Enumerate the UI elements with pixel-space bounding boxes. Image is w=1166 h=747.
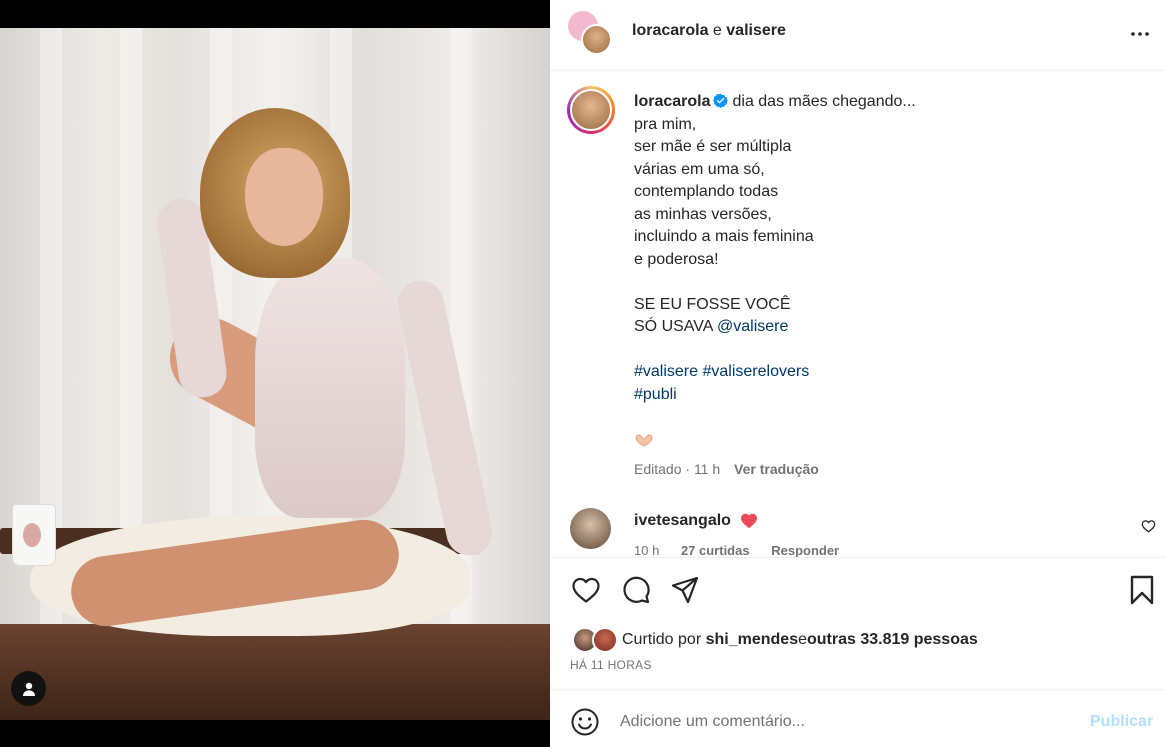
verified-badge-icon	[713, 93, 729, 108]
like-heart-icon[interactable]	[570, 574, 602, 606]
comment-username[interactable]: ivetesangalo	[634, 512, 731, 530]
comment-likes[interactable]: 27 curtidas	[681, 543, 750, 557]
share-icon[interactable]	[669, 574, 701, 606]
heart-outline-icon[interactable]	[1141, 519, 1156, 534]
caption-line: SÓ USAVA	[634, 318, 717, 335]
header-connector: e	[708, 22, 727, 39]
comment-meta: 10 h 27 curtidas Responder	[634, 543, 857, 558]
hand-heart-emoji-icon	[635, 434, 653, 447]
more-horizontal-icon	[1131, 32, 1149, 36]
other-likers-link[interactable]: outras 33.819 pessoas	[807, 631, 978, 649]
caption-line: e poderosa!	[634, 250, 719, 268]
emoji-smile-icon[interactable]	[570, 707, 600, 737]
comment-avatar[interactable]	[570, 508, 611, 549]
user-icon	[22, 682, 35, 696]
action-bar	[550, 570, 1166, 614]
person	[66, 108, 510, 668]
caption-line: SE EU FOSSE VOCÊ	[634, 295, 791, 313]
post-meta: Editado · 11 h Ver tradução	[634, 461, 819, 477]
edited-label: Editado	[634, 461, 682, 477]
tagged-users-button[interactable]	[11, 671, 46, 706]
person-arm	[393, 276, 497, 560]
meta-separator: ·	[685, 461, 691, 477]
caption-line: várias em uma só,	[634, 160, 765, 178]
collaborator-link[interactable]: valisere	[726, 22, 786, 39]
hashtag-link[interactable]: #valisere	[634, 363, 698, 380]
likes-prefix: Curtido por	[622, 631, 702, 648]
post-timestamp[interactable]: HÁ 11 HORAS	[570, 658, 652, 672]
red-heart-emoji-icon	[741, 513, 757, 529]
first-liker-link[interactable]: shi_mendes	[706, 631, 798, 649]
avatar	[570, 89, 612, 131]
caption-line: pra mim,	[634, 115, 697, 133]
post-media	[0, 0, 550, 747]
more-options-button[interactable]	[1128, 22, 1152, 46]
caption-line: contemplando todas	[634, 183, 779, 200]
caption-avatar[interactable]	[567, 86, 615, 134]
post-photo[interactable]	[0, 28, 550, 720]
caption-line: as minhas versões,	[634, 205, 772, 223]
caption: loracarola dia das mães chegando... pra m…	[634, 91, 1134, 406]
curtain-fold	[40, 28, 62, 720]
caption-line: ser mãe é ser múltipla	[634, 138, 792, 155]
post-header: loracarola e valisere	[550, 0, 1166, 71]
publish-button[interactable]: Publicar	[1090, 713, 1153, 731]
comment-composer: Publicar	[550, 689, 1166, 747]
author-link[interactable]: loracarola	[632, 22, 708, 39]
likes-summary: Curtido por shi_mendes e outras 33.819 p…	[572, 627, 978, 653]
caption-line: dia das mães chegando...	[732, 93, 916, 110]
comment-icon[interactable]	[620, 574, 652, 606]
header-title: loracarola e valisere	[632, 22, 786, 40]
post-side-panel: loracarola e valisere loracarola dia das …	[550, 0, 1166, 747]
liker-avatars	[572, 627, 622, 653]
save-bookmark-icon[interactable]	[1126, 574, 1158, 606]
avatar	[581, 24, 612, 55]
avatar	[592, 627, 618, 653]
person-face	[245, 148, 323, 246]
comment-time: 10 h	[634, 543, 660, 558]
likes-middle: e	[798, 631, 807, 648]
mug	[12, 504, 56, 566]
translate-link[interactable]: Ver tradução	[734, 461, 819, 477]
mention-link[interactable]: @valisere	[717, 318, 788, 335]
comments-scroll-area[interactable]: loracarola dia das mães chegando... pra m…	[550, 71, 1166, 558]
hashtag-link[interactable]: #publi	[634, 386, 677, 403]
caption-username[interactable]: loracarola	[634, 93, 710, 110]
caption-line: incluindo a mais feminina	[634, 228, 814, 245]
reply-button[interactable]: Responder	[771, 543, 839, 557]
collab-avatars[interactable]	[568, 11, 614, 57]
comment-input[interactable]	[620, 704, 1060, 740]
post-time[interactable]: 11 h	[694, 461, 720, 477]
hashtag-link[interactable]: #valiserelovers	[702, 363, 809, 380]
person-torso	[255, 258, 405, 518]
